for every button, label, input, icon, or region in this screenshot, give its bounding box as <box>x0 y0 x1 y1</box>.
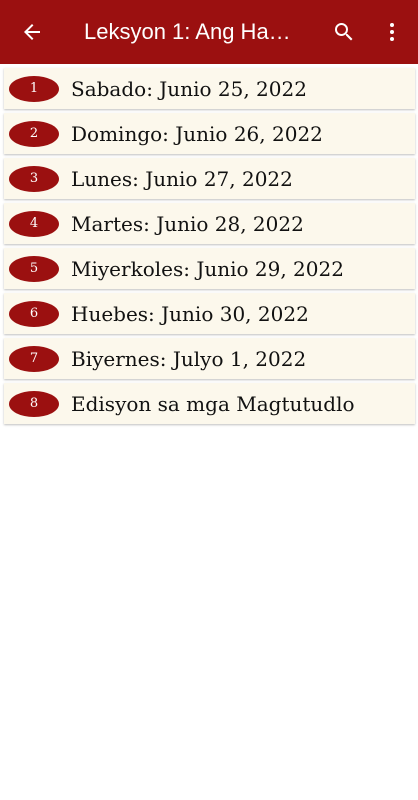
search-icon[interactable] <box>320 8 368 56</box>
number-badge: 6 <box>9 300 59 327</box>
list-item[interactable]: 5 Miyerkoles: Junio 29, 2022 <box>4 248 415 289</box>
list-item-label: Biyernes: Julyo 1, 2022 <box>71 346 307 371</box>
arrow-left-icon[interactable] <box>0 0 64 64</box>
list-item-label: Martes: Junio 28, 2022 <box>71 211 304 236</box>
number-badge: 8 <box>9 390 59 417</box>
app-bar: Leksyon 1: Ang Ha… <box>0 0 418 64</box>
list-item-label: Sabado: Junio 25, 2022 <box>71 76 307 101</box>
more-vert-icon[interactable] <box>368 8 416 56</box>
list-item[interactable]: 6 Huebes: Junio 30, 2022 <box>4 293 415 334</box>
number-badge: 4 <box>9 210 59 237</box>
number-badge: 2 <box>9 120 59 147</box>
list-item-label: Domingo: Junio 26, 2022 <box>71 121 323 146</box>
list-item[interactable]: 8 Edisyon sa mga Magtutudlo <box>4 383 415 424</box>
page-title: Leksyon 1: Ang Ha… <box>84 19 291 44</box>
number-badge: 3 <box>9 165 59 192</box>
number-badge: 7 <box>9 345 59 372</box>
list-item[interactable]: 4 Martes: Junio 28, 2022 <box>4 203 415 244</box>
list-item[interactable]: 3 Lunes: Junio 27, 2022 <box>4 158 415 199</box>
list-item-label: Huebes: Junio 30, 2022 <box>71 301 309 326</box>
list-item[interactable]: 1 Sabado: Junio 25, 2022 <box>4 68 415 109</box>
list-item[interactable]: 7 Biyernes: Julyo 1, 2022 <box>4 338 415 379</box>
number-badge: 1 <box>9 75 59 102</box>
lesson-list: 1 Sabado: Junio 25, 2022 2 Domingo: Juni… <box>0 64 418 428</box>
list-item-label: Miyerkoles: Junio 29, 2022 <box>71 256 344 281</box>
list-item[interactable]: 2 Domingo: Junio 26, 2022 <box>4 113 415 154</box>
list-item-label: Edisyon sa mga Magtutudlo <box>71 391 355 416</box>
number-badge: 5 <box>9 255 59 282</box>
list-item-label: Lunes: Junio 27, 2022 <box>71 166 293 191</box>
